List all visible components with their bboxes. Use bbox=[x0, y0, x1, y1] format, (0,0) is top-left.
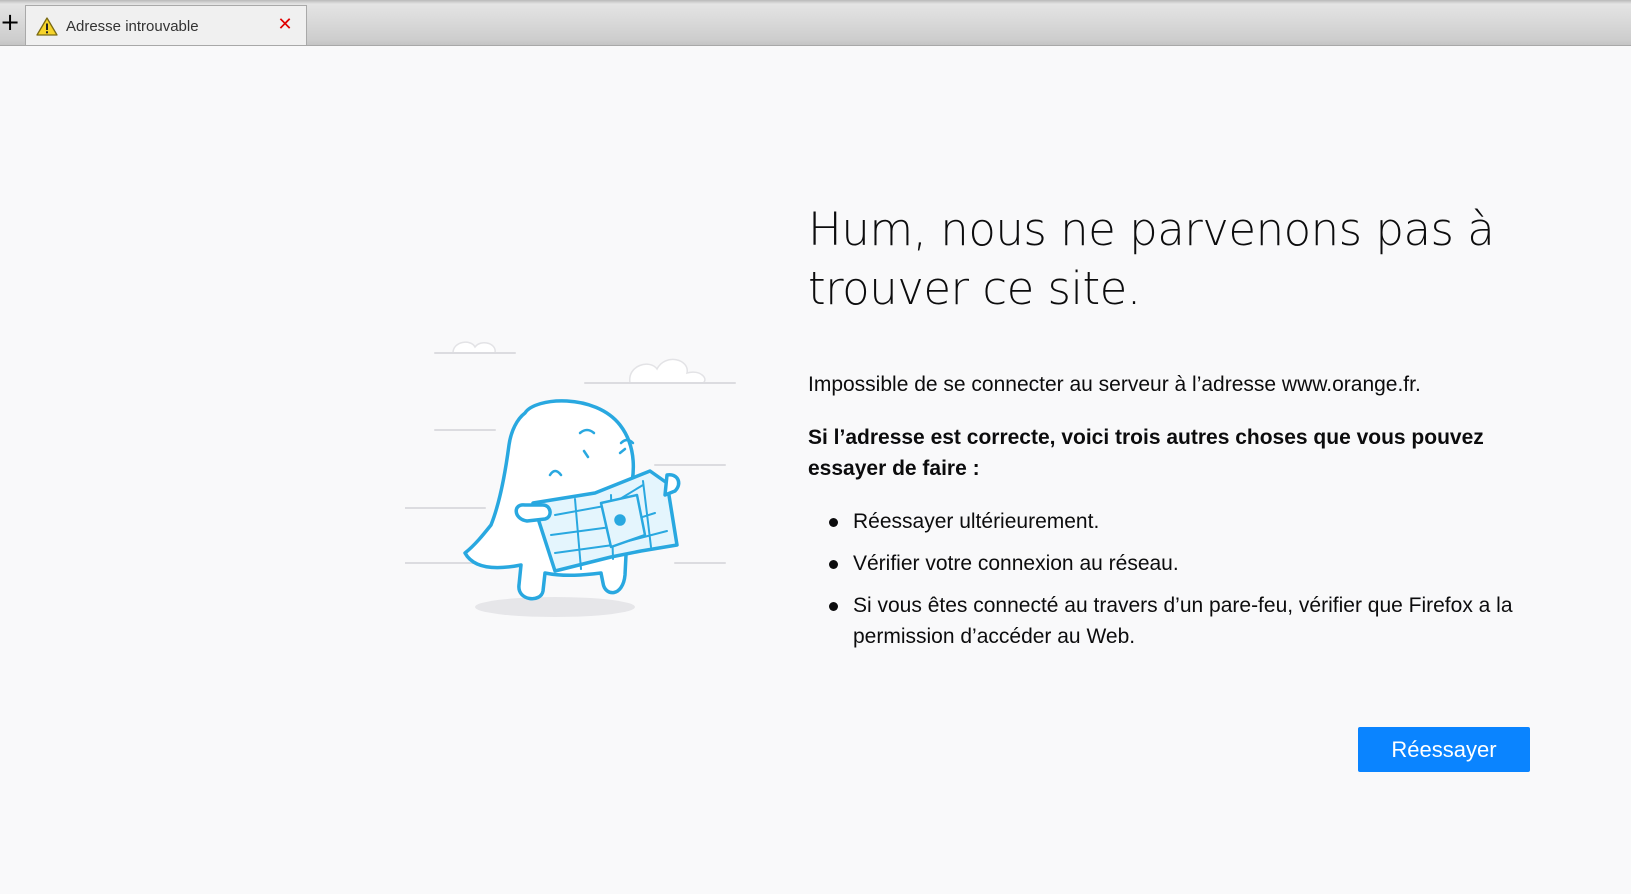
monster bbox=[463, 399, 681, 601]
retry-button[interactable]: Réessayer bbox=[1358, 727, 1530, 772]
browser-tab[interactable]: Adresse introuvable ✕ bbox=[25, 5, 307, 45]
shadow bbox=[475, 597, 635, 617]
list-item: Vérifier votre connexion au réseau. bbox=[808, 548, 1538, 579]
close-icon[interactable]: ✕ bbox=[276, 16, 294, 34]
confused-map-monster-illustration bbox=[405, 341, 736, 617]
suggestion-text: Réessayer ultérieurement. bbox=[853, 510, 1100, 533]
suggestion-text: Vérifier votre connexion au réseau. bbox=[853, 552, 1179, 575]
error-description: Impossible de se connecter au serveur à … bbox=[808, 373, 1421, 396]
list-item: Si vous êtes connecté au travers d’un pa… bbox=[808, 590, 1538, 652]
tab-bar: + Adresse introuvable ✕ bbox=[0, 0, 1631, 46]
page-title: Hum, nous ne parvenons pas à trouver ce … bbox=[808, 203, 1495, 315]
error-content: Hum, nous ne parvenons pas à trouver ce … bbox=[808, 200, 1538, 663]
new-tab-button[interactable]: + bbox=[0, 10, 20, 34]
bullet-icon bbox=[829, 560, 838, 569]
warning-icon bbox=[36, 17, 58, 36]
suggestions-intro: Si l’adresse est correcte, voici trois a… bbox=[808, 426, 1484, 480]
suggestion-text: Si vous êtes connecté au travers d’un pa… bbox=[853, 594, 1513, 648]
bullet-icon bbox=[829, 602, 838, 611]
bullet-icon bbox=[829, 518, 838, 527]
tab-title: Adresse introuvable bbox=[66, 18, 199, 35]
suggestions-list: Réessayer ultérieurement. Vérifier votre… bbox=[808, 506, 1538, 652]
list-item: Réessayer ultérieurement. bbox=[808, 506, 1538, 537]
clouds bbox=[452, 341, 706, 384]
